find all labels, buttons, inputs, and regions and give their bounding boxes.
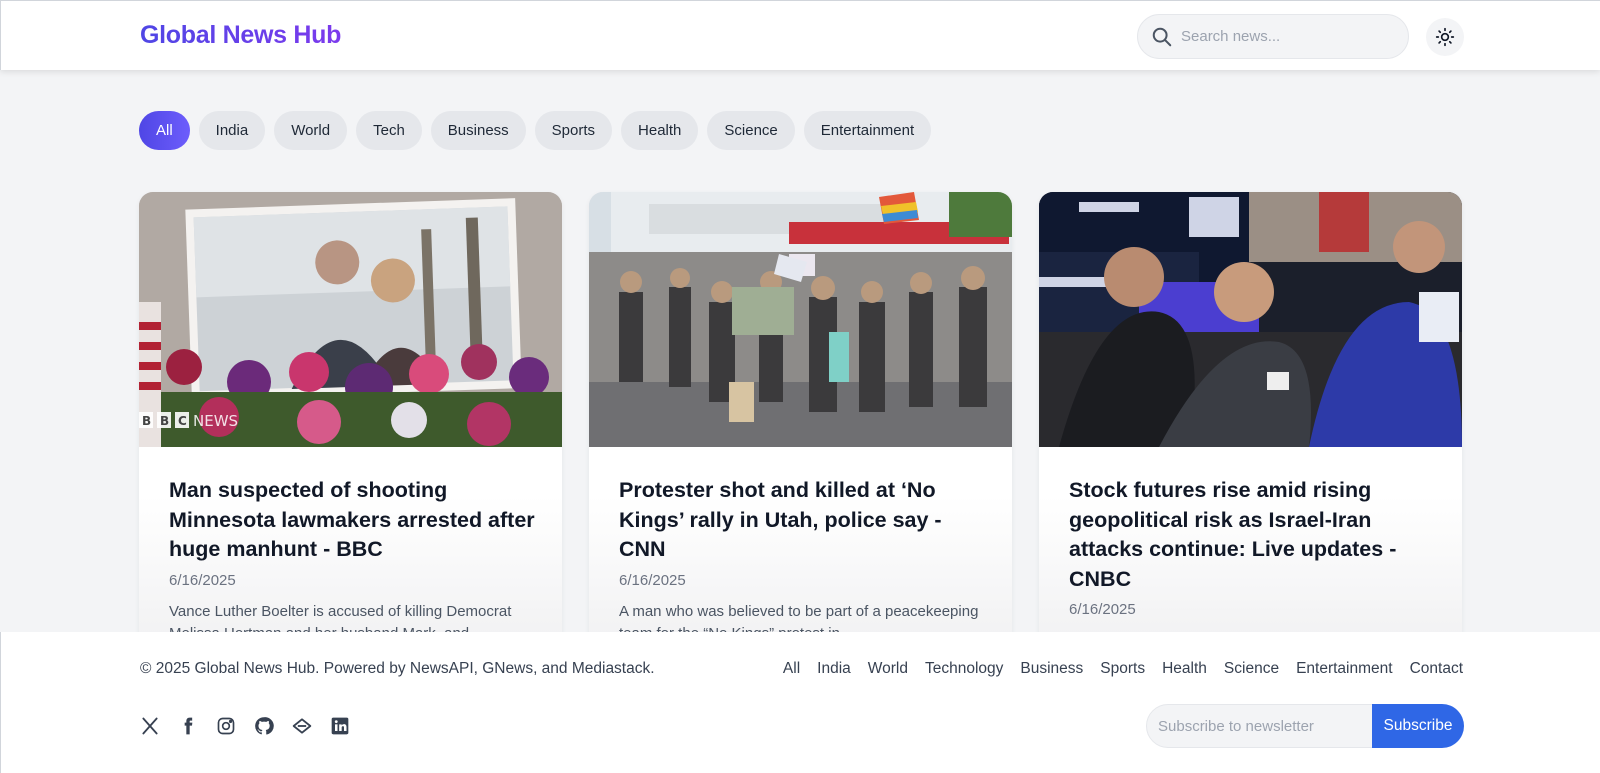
category-chip-india[interactable]: India [198, 111, 266, 150]
search-icon [1152, 27, 1172, 47]
footer-link-world[interactable]: World [868, 660, 908, 678]
news-card[interactable]: Protester shot and killed at ‘No Kings’ … [589, 192, 1012, 692]
social-links [140, 716, 350, 736]
github-icon[interactable] [254, 716, 274, 736]
footer-link-technology[interactable]: Technology [925, 660, 1003, 678]
svg-text:B: B [160, 414, 169, 428]
news-card-body: Protester shot and killed at ‘No Kings’ … [619, 476, 989, 645]
news-card-title[interactable]: Man suspected of shooting Minnesota lawm… [169, 476, 539, 565]
x-icon[interactable] [140, 716, 160, 736]
category-chip-sports[interactable]: Sports [534, 111, 613, 150]
category-chip-health[interactable]: Health [621, 111, 699, 150]
dev-icon[interactable] [292, 716, 312, 736]
news-card-date: 6/16/2025 [1069, 601, 1136, 618]
theme-toggle-button[interactable] [1426, 18, 1464, 56]
footer-link-contact[interactable]: Contact [1410, 660, 1463, 678]
linkedin-icon[interactable] [330, 716, 350, 736]
footer-nav: All India World Technology Business Spor… [783, 660, 1463, 678]
instagram-icon[interactable] [216, 716, 236, 736]
news-card-title[interactable]: Protester shot and killed at ‘No Kings’ … [619, 476, 989, 565]
footer-link-entertainment[interactable]: Entertainment [1296, 660, 1393, 678]
news-card-image [589, 192, 1012, 447]
footer-link-sports[interactable]: Sports [1100, 660, 1145, 678]
subscribe-button[interactable]: Subscribe [1372, 704, 1464, 748]
category-chip-world[interactable]: World [274, 111, 348, 150]
search-box[interactable] [1137, 14, 1409, 59]
news-card-image: B B C NEWS [139, 192, 562, 447]
svg-text:B: B [142, 414, 151, 428]
footer-link-health[interactable]: Health [1162, 660, 1207, 678]
news-card[interactable]: B B C NEWS Man suspected of shooting Min… [139, 192, 562, 692]
svg-text:C: C [178, 414, 187, 428]
category-filter-bar: All India World Tech Business Sports Hea… [139, 111, 932, 150]
category-chip-science[interactable]: Science [707, 111, 795, 150]
category-chip-all[interactable]: All [139, 111, 190, 150]
search-input[interactable] [1181, 15, 1401, 58]
site-footer: © 2025 Global News Hub. Powered by NewsA… [0, 632, 1600, 773]
newsletter-form: Subscribe [1146, 704, 1464, 748]
footer-link-all[interactable]: All [783, 660, 800, 678]
news-card-date: 6/16/2025 [169, 571, 236, 589]
news-card-title[interactable]: Stock futures rise amid rising geopoliti… [1069, 476, 1439, 594]
news-card-body: Stock futures rise amid rising geopoliti… [1069, 476, 1439, 630]
footer-copyright: © 2025 Global News Hub. Powered by NewsA… [140, 660, 655, 677]
news-card-image [1039, 192, 1462, 447]
newsletter-email-input[interactable] [1146, 704, 1376, 748]
news-card[interactable]: Stock futures rise amid rising geopoliti… [1039, 192, 1462, 692]
category-chip-tech[interactable]: Tech [356, 111, 422, 150]
site-logo[interactable]: Global News Hub [140, 21, 341, 50]
category-chip-entertainment[interactable]: Entertainment [803, 111, 932, 150]
footer-link-business[interactable]: Business [1020, 660, 1083, 678]
category-chip-business[interactable]: Business [430, 111, 526, 150]
site-header: Global News Hub [0, 0, 1600, 70]
sun-icon [1435, 27, 1455, 47]
news-card-body: Man suspected of shooting Minnesota lawm… [169, 476, 539, 645]
svg-text:NEWS: NEWS [193, 412, 238, 430]
footer-link-india[interactable]: India [817, 660, 851, 678]
facebook-icon[interactable] [178, 716, 198, 736]
footer-link-science[interactable]: Science [1224, 660, 1279, 678]
news-card-date: 6/16/2025 [619, 571, 686, 589]
